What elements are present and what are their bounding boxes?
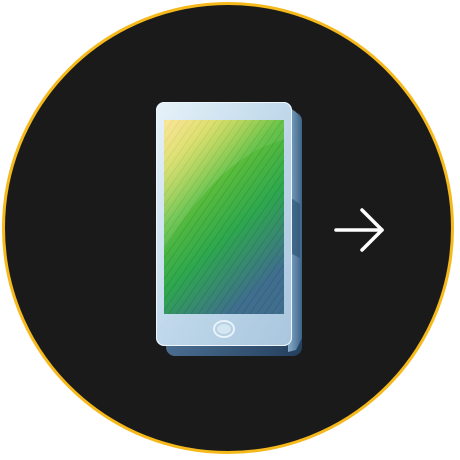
arrow-right-icon <box>334 208 384 252</box>
icon-canvas <box>0 0 460 460</box>
phone-illustration <box>156 102 384 356</box>
phone-screen <box>164 120 284 314</box>
